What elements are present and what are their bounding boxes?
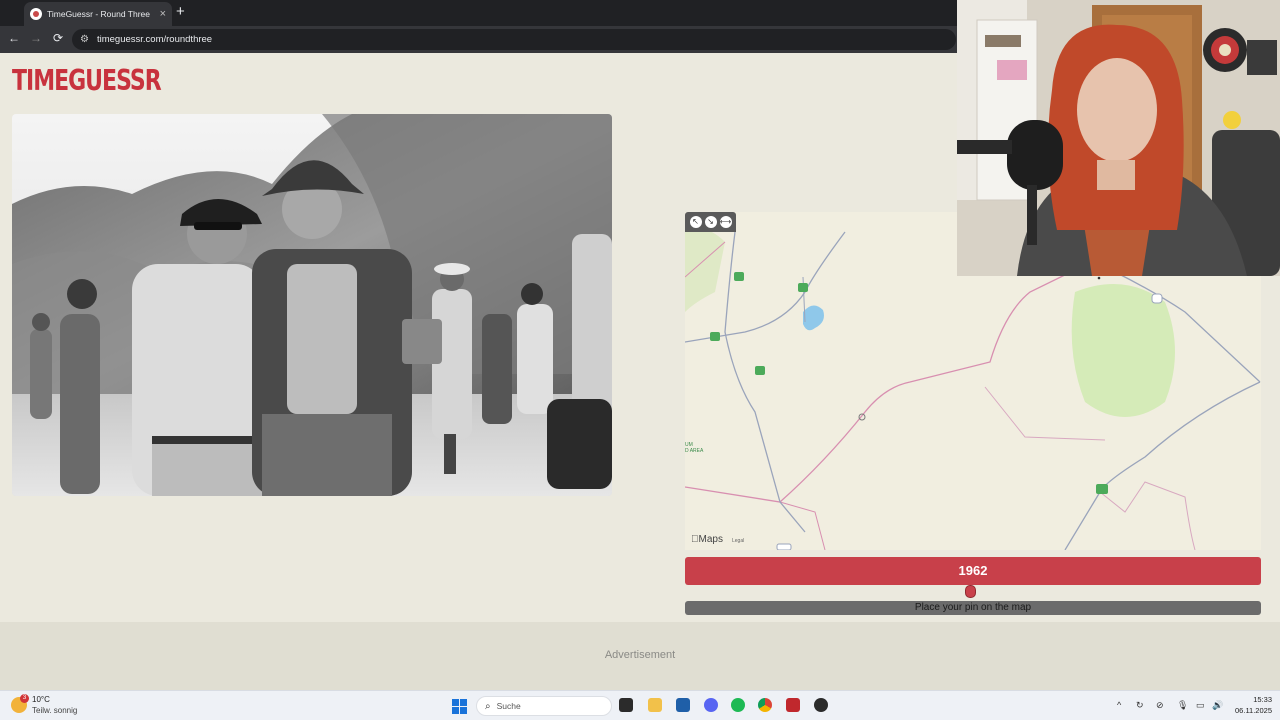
spotify-icon[interactable] [731,698,745,712]
advertisement-label: Advertisement [604,649,676,661]
weather-description[interactable]: Teilw. sonnig [32,706,77,715]
display-icon[interactable]: ▭ [1196,700,1205,711]
windows-taskbar: 3 10°C Teilw. sonnig ⌕ Suche ^ ↻ ⊘ 🎙 ▭ 🔊… [0,690,1280,720]
timeguessr-logo[interactable]: TIMEGUESSR [12,56,162,108]
task-view-icon[interactable] [619,698,633,712]
round-photo [12,114,612,496]
clock-time[interactable]: 15:33 [1246,695,1272,704]
webcam-overlay [957,0,1280,276]
microphone-icon[interactable]: 🎙 [1177,700,1188,711]
tab-close-icon[interactable]: × [160,8,166,20]
clock-date[interactable]: 06.11.2025 [1226,706,1272,715]
obs-icon[interactable] [814,698,828,712]
search-placeholder: Suche [496,701,521,711]
svg-text:D AREA: D AREA [685,448,704,454]
year-display: 1962 [685,557,1261,585]
shrink-map-icon[interactable]: ↘ [704,216,717,228]
apple-maps-logo: Maps [691,534,723,545]
volume-icon[interactable]: 🔊 [1212,700,1223,711]
file-explorer-icon[interactable] [648,698,662,712]
year-slider-handle[interactable] [965,585,976,598]
map-controls: ↖ ↘ ⟷ [685,212,736,232]
store-icon[interactable] [676,698,690,712]
start-button[interactable] [452,699,467,714]
sync-icon[interactable]: ↻ [1136,700,1144,711]
taskbar-search[interactable]: ⌕ Suche [476,696,612,716]
pin-map-icon[interactable]: ⟷ [719,216,732,228]
weather-temperature[interactable]: 10°C [32,695,50,704]
maps-legal-link[interactable]: Legal [732,538,744,544]
discord-icon[interactable] [704,698,718,712]
expand-map-icon[interactable]: ↖ [689,216,702,228]
streaming-app-icon[interactable] [786,698,800,712]
site-favicon-icon [30,8,42,20]
place-pin-button[interactable]: Place your pin on the map [685,601,1261,615]
url-text: timeguessr.com/roundthree [96,34,213,45]
new-tab-button[interactable]: + [176,3,185,21]
weather-badge: 3 [20,694,29,703]
network-off-icon[interactable]: ⊘ [1156,700,1164,711]
reload-button[interactable]: ⟳ [50,31,66,45]
forward-button[interactable]: → [28,31,44,45]
back-button[interactable]: ← [6,31,22,45]
browser-tab[interactable]: TimeGuessr - Round Three × [24,2,172,26]
tray-chevron-icon[interactable]: ^ [1117,700,1121,710]
search-icon: ⌕ [485,700,491,712]
site-settings-icon[interactable]: ⚙ [80,34,89,45]
address-bar[interactable]: ⚙ timeguessr.com/roundthree [72,29,956,50]
tab-title: TimeGuessr - Round Three [47,9,150,19]
chrome-icon[interactable] [758,698,772,712]
